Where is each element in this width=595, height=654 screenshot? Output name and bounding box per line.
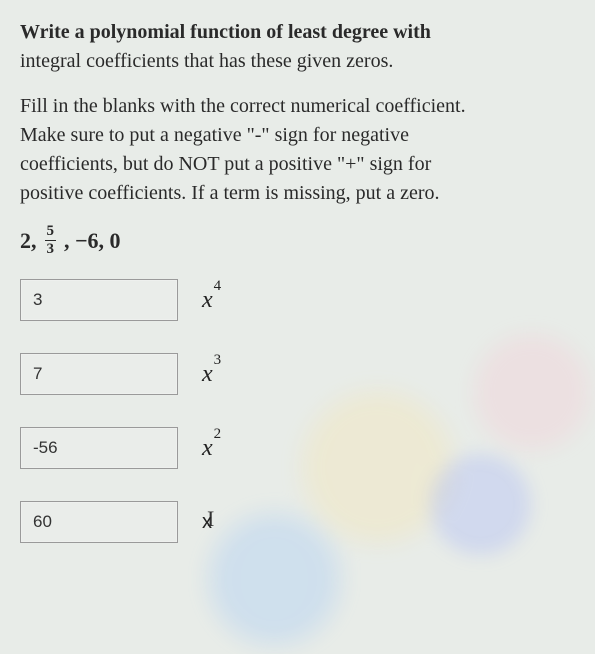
term-base: x [202, 361, 213, 387]
fraction-denominator: 3 [47, 241, 55, 257]
term-base: x [202, 435, 213, 461]
instructions-line1: Fill in the blanks with the correct nume… [20, 95, 466, 117]
fraction-numerator: 5 [45, 224, 57, 241]
term-x1: x [202, 511, 212, 534]
zeros-fraction: 5 3 [45, 224, 57, 257]
instructions-line4: positive coefficients. If a term is miss… [20, 182, 440, 204]
question-line1: Write a polynomial function of least deg… [20, 21, 431, 43]
instructions-line3: coefficients, but do NOT put a positive … [20, 153, 431, 175]
instructions-line2: Make sure to put a negative "-" sign for… [20, 124, 409, 146]
coefficient-row-3: -56 x2 [20, 427, 575, 469]
coefficient-input-x1[interactable]: 60 [20, 501, 178, 543]
zeros-prefix: 2, [20, 228, 37, 254]
zeros-suffix: , −6, 0 [64, 228, 121, 254]
instructions-paragraph: Fill in the blanks with the correct nume… [20, 92, 575, 208]
term-exp: 2 [214, 426, 222, 442]
term-base: x [202, 287, 213, 313]
coefficient-input-x3[interactable]: 7 [20, 353, 178, 395]
given-zeros: 2, 5 3 , −6, 0 [20, 224, 575, 257]
question-paragraph: Write a polynomial function of least deg… [20, 18, 575, 76]
term-exp: 4 [214, 278, 222, 294]
term-x2: x2 [202, 434, 220, 462]
coefficient-row-1: 3 x4 [20, 279, 575, 321]
coefficient-row-2: 7 x3 [20, 353, 575, 395]
term-exp: 3 [214, 352, 222, 368]
coefficient-row-4: 60 I x [20, 501, 575, 543]
question-line2: integral coefficients that has these giv… [20, 50, 393, 72]
coefficient-input-x2[interactable]: -56 [20, 427, 178, 469]
coefficient-input-x4[interactable]: 3 [20, 279, 178, 321]
term-x4: x4 [202, 286, 220, 314]
term-x3: x3 [202, 360, 220, 388]
